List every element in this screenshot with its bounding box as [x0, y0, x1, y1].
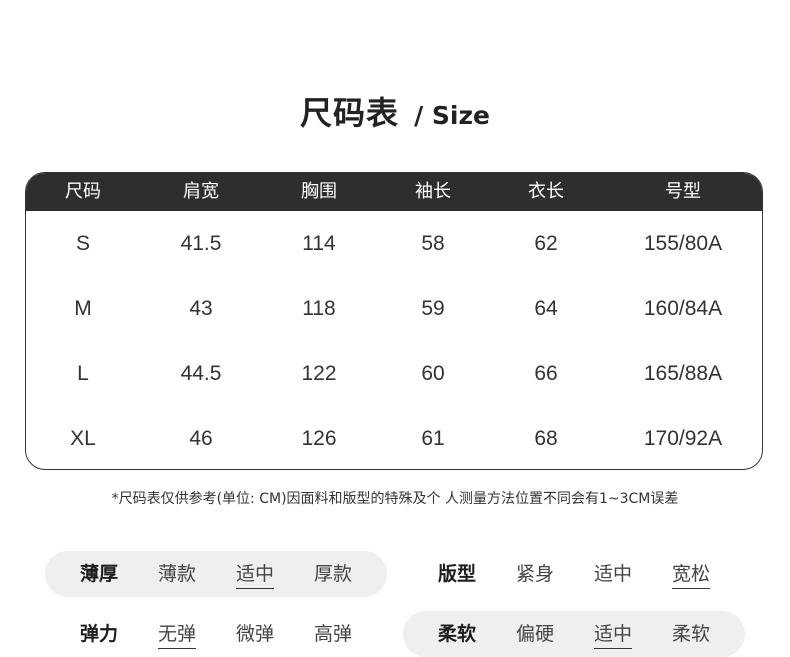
table-row: S 41.5 114 58 62 155/80A: [26, 211, 762, 276]
table-cell: 155/80A: [643, 232, 723, 255]
softness-option-stiff[interactable]: 偏硬: [516, 611, 554, 657]
table-row: XL 46 126 61 68 170/92A: [26, 406, 762, 469]
table-row: L 44.5 122 60 66 165/88A: [26, 341, 762, 406]
table-cell: 68: [534, 427, 558, 450]
table-cell: 126: [301, 427, 337, 450]
thickness-option-thin[interactable]: 薄款: [158, 551, 196, 597]
table-cell: 44.5: [180, 362, 222, 385]
table-cell: 59: [421, 297, 445, 320]
table-cell: 61: [421, 427, 445, 450]
softness-row: 柔软 偏硬 适中 柔软: [403, 611, 745, 657]
header-shoulder: 肩宽: [183, 181, 219, 202]
softness-label: 柔软: [437, 623, 477, 645]
table-cell: 43: [189, 297, 213, 320]
table-cell: XL: [70, 427, 96, 450]
fit-option-regular[interactable]: 适中: [594, 551, 632, 597]
table-cell: S: [75, 232, 91, 255]
table-cell: 165/88A: [643, 362, 723, 385]
table-cell: 64: [534, 297, 558, 320]
thickness-option-thick[interactable]: 厚款: [314, 551, 352, 597]
table-cell: 122: [301, 362, 337, 385]
elasticity-label: 弹力: [79, 623, 119, 645]
table-cell: 118: [302, 297, 336, 320]
elasticity-option-high[interactable]: 高弹: [314, 611, 352, 657]
table-cell: L: [77, 362, 89, 385]
size-table: 尺码 肩宽 胸围 袖长 衣长 号型 S 41.5 114 58 62 155/8…: [25, 172, 763, 470]
title-main: 尺码表: [299, 94, 399, 132]
elasticity-row: 弹力 无弹 微弹 高弹: [45, 611, 387, 657]
table-cell: 114: [302, 232, 336, 255]
table-cell: 62: [534, 232, 558, 255]
fit-label: 版型: [437, 563, 477, 585]
table-row: M 43 118 59 64 160/84A: [26, 276, 762, 341]
header-fit-code: 号型: [665, 181, 701, 202]
size-footnote: *尺码表仅供参考(单位: CM)因面料和版型的特殊及个 人测量方法位置不同会有1…: [111, 491, 679, 507]
table-cell: 58: [421, 232, 445, 255]
softness-option-medium[interactable]: 适中: [593, 611, 633, 657]
page-title: 尺码表 / Size: [0, 88, 790, 134]
thickness-option-medium[interactable]: 适中: [235, 551, 275, 597]
table-cell: 160/84A: [643, 297, 723, 320]
table-cell: 46: [189, 427, 213, 450]
elasticity-option-none[interactable]: 无弹: [157, 611, 197, 657]
table-cell: 170/92A: [643, 427, 723, 450]
fit-option-loose[interactable]: 宽松: [671, 551, 711, 597]
header-length: 衣长: [528, 181, 564, 202]
table-cell: M: [74, 297, 92, 320]
table-cell: 60: [421, 362, 445, 385]
table-cell: 41.5: [180, 232, 222, 255]
thickness-row: 薄厚 薄款 适中 厚款: [45, 551, 387, 597]
title-sub: / Size: [414, 101, 491, 130]
fit-row: 版型 紧身 适中 宽松: [403, 551, 745, 597]
header-size: 尺码: [65, 181, 101, 202]
elasticity-option-slight[interactable]: 微弹: [236, 611, 274, 657]
thickness-label: 薄厚: [79, 563, 119, 585]
softness-option-soft[interactable]: 柔软: [672, 611, 710, 657]
table-cell: 66: [534, 362, 558, 385]
header-sleeve: 袖长: [415, 181, 451, 202]
header-chest: 胸围: [301, 181, 337, 202]
table-header: 尺码 肩宽 胸围 袖长 衣长 号型: [26, 173, 762, 211]
fit-option-slim[interactable]: 紧身: [516, 551, 554, 597]
